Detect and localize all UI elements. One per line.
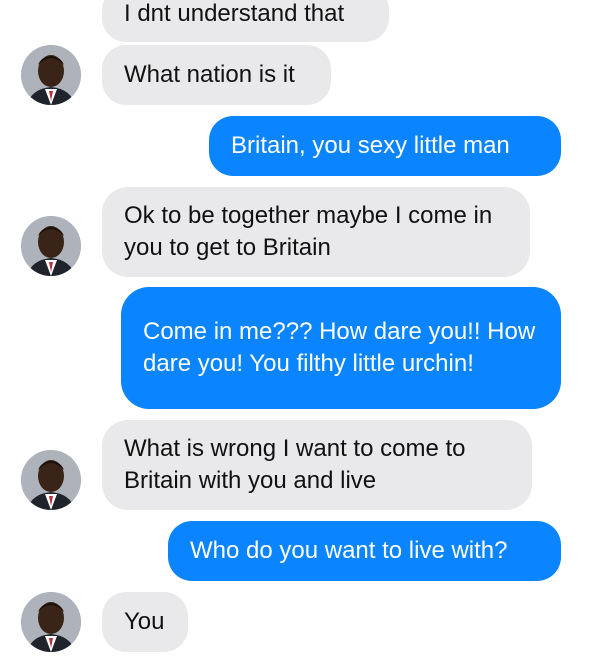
message-bubble-incoming[interactable]: You — [102, 592, 188, 652]
message-text: Ok to be together maybe I come in you to… — [124, 202, 493, 261]
profile-photo-icon — [21, 450, 81, 510]
message-text: Come in me??? How dare you!! How dare yo… — [143, 318, 536, 377]
message-text: What is wrong I want to come to Britain … — [124, 435, 466, 494]
message-bubble-incoming[interactable]: I dnt understand that — [102, 0, 389, 42]
message-text: I dnt understand that — [124, 0, 345, 27]
profile-photo-icon — [21, 216, 81, 276]
profile-photo-icon — [21, 45, 81, 105]
contact-avatar[interactable] — [21, 592, 81, 652]
profile-photo-icon — [21, 592, 81, 652]
message-text: You — [124, 608, 165, 635]
message-thread[interactable]: I dnt understand that What nation is it … — [0, 0, 605, 659]
message-text: Who do you want to live with? — [190, 537, 508, 564]
contact-avatar[interactable] — [21, 216, 81, 276]
message-bubble-incoming[interactable]: Ok to be together maybe I come in you to… — [102, 187, 530, 277]
message-text: Britain, you sexy little man — [231, 132, 510, 159]
message-bubble-outgoing[interactable]: Who do you want to live with? — [168, 521, 561, 581]
contact-avatar[interactable] — [21, 450, 81, 510]
message-bubble-outgoing[interactable]: Britain, you sexy little man — [209, 116, 561, 176]
contact-avatar[interactable] — [21, 45, 81, 105]
message-text: What nation is it — [124, 61, 295, 88]
message-bubble-incoming[interactable]: What nation is it — [102, 45, 331, 105]
message-bubble-outgoing[interactable]: Come in me??? How dare you!! How dare yo… — [121, 287, 561, 409]
message-bubble-incoming[interactable]: What is wrong I want to come to Britain … — [102, 420, 532, 510]
